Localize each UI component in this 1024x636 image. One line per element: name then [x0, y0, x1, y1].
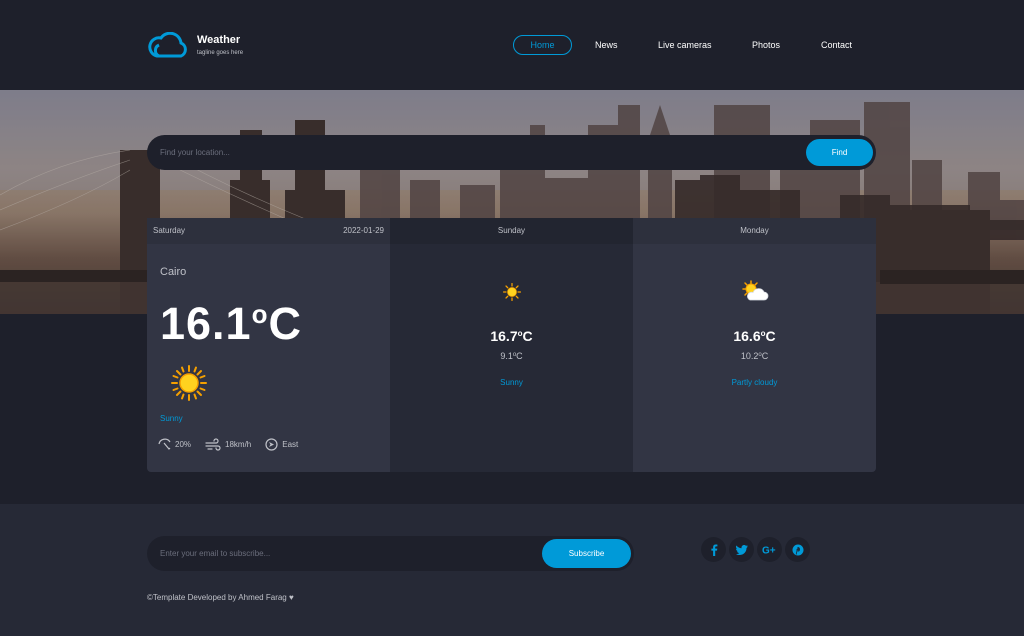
today-header: Saturday 2022-01-29 — [147, 218, 390, 244]
wind-value: 18km/h — [225, 440, 252, 449]
copyright-text: ©Template Developed by Ahmed Farag ♥ — [147, 593, 294, 602]
wind-icon — [205, 438, 221, 451]
direction-stat: East — [265, 438, 298, 451]
day-condition: Partly cloudy — [731, 378, 778, 387]
site-footer: Subscribe G+ ©Template Developed by Ahme… — [0, 504, 1024, 636]
location-name: Cairo — [160, 266, 187, 278]
nav-photos[interactable]: Photos — [752, 35, 780, 55]
twitter-icon[interactable] — [729, 537, 754, 562]
sun-icon — [171, 365, 207, 401]
forecast-day-sunday: Sunday 16.7oC 9.1oC Sunny — [390, 218, 633, 472]
location-search-input[interactable] — [160, 135, 760, 170]
max-temperature: 16.6oC — [733, 328, 776, 344]
find-button[interactable]: Find — [806, 139, 873, 166]
social-links: G+ — [701, 537, 813, 562]
current-temperature: 16.1oC — [160, 298, 302, 349]
today-day: Saturday — [153, 226, 186, 235]
subscribe-form: Subscribe — [147, 536, 634, 571]
facebook-icon[interactable] — [701, 537, 726, 562]
wind-stat: 18km/h — [205, 438, 251, 451]
svg-text:G+: G+ — [762, 546, 776, 556]
search-bar: Find — [147, 135, 876, 170]
nav-news[interactable]: News — [595, 35, 618, 55]
brand-name: Weather — [197, 33, 241, 46]
rain-stat: 20% — [158, 438, 191, 451]
rain-value: 20% — [175, 440, 192, 449]
tagline: tagline goes here — [197, 49, 244, 56]
umbrella-icon — [158, 438, 171, 450]
subscribe-button[interactable]: Subscribe — [542, 539, 631, 568]
min-temperature: 10.2oC — [740, 351, 769, 361]
day-condition: Sunny — [500, 378, 523, 387]
sun-icon — [502, 283, 521, 301]
nav-contact[interactable]: Contact — [821, 35, 852, 55]
nav-home[interactable]: Home — [513, 35, 572, 55]
nav-live-cameras[interactable]: Live cameras — [658, 35, 712, 55]
compass-icon — [265, 438, 278, 451]
direction-value: East — [282, 440, 299, 449]
logo[interactable]: Weather tagline goes here — [147, 32, 243, 58]
site-header: Weather tagline goes here Home News Live… — [0, 0, 1024, 90]
google-plus-icon[interactable]: G+ — [757, 537, 782, 562]
min-temperature: 9.1oC — [500, 351, 523, 361]
today-forecast: Saturday 2022-01-29 Cairo 16.1oC Sunny 2… — [147, 218, 390, 472]
day-header: Sunday — [390, 218, 633, 244]
today-condition: Sunny — [160, 414, 183, 423]
email-subscribe-input[interactable] — [160, 536, 530, 571]
pinterest-icon[interactable] — [785, 537, 810, 562]
weather-stats: 20% 18km/h East — [158, 438, 312, 451]
forecast-day-monday: Monday 16.6oC 10.2oC Partly cloudy — [633, 218, 876, 472]
day-header: Monday — [633, 218, 876, 244]
cloud-logo-icon — [148, 32, 187, 58]
partly-cloudy-icon — [741, 280, 768, 301]
today-date: 2022-01-29 — [343, 226, 384, 235]
max-temperature: 16.7oC — [490, 328, 533, 344]
forecast-table: Saturday 2022-01-29 Cairo 16.1oC Sunny 2… — [147, 218, 876, 472]
